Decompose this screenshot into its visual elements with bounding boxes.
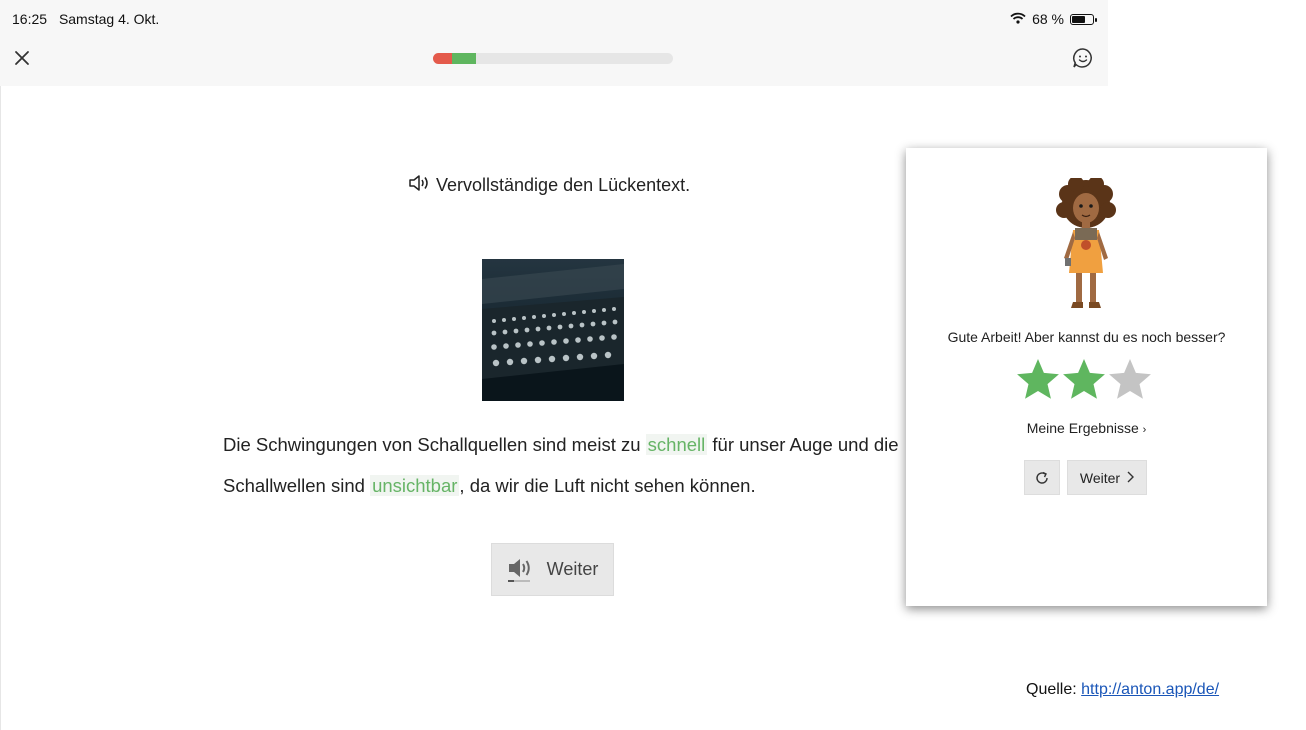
status-indicators: 68 % xyxy=(1010,11,1097,27)
progress-correct-segment xyxy=(452,53,477,64)
source-citation: Quelle: http://anton.app/de/ xyxy=(1026,681,1219,699)
chat-smiley-icon xyxy=(1073,48,1092,68)
refresh-icon xyxy=(1036,471,1048,484)
speaker-icon[interactable] xyxy=(408,174,432,197)
status-bar: 16:25 Samstag 4. Okt. xyxy=(12,11,159,27)
source-link[interactable]: http://anton.app/de/ xyxy=(1081,681,1219,698)
battery-icon xyxy=(1070,13,1097,25)
star-empty-icon xyxy=(1109,359,1151,399)
speaker-icon xyxy=(507,558,530,582)
dialog-continue-button[interactable]: Weiter xyxy=(1067,460,1147,495)
cloze-text: Die Schwingungen von Schallquellen sind … xyxy=(223,424,903,506)
close-icon xyxy=(15,51,29,65)
exercise-instruction[interactable]: Vervollständige den Lückentext. xyxy=(408,174,690,197)
star-filled-icon xyxy=(1063,359,1105,399)
filled-gap-answer[interactable]: unsichtbar xyxy=(370,475,460,496)
results-link-label: Meine Ergebnisse xyxy=(1026,420,1139,436)
sentence-part: , da wir die Luft nicht sehen können. xyxy=(459,475,756,496)
close-button[interactable] xyxy=(12,48,32,68)
source-label: Quelle: xyxy=(1026,681,1077,698)
status-time: 16:25 xyxy=(12,11,48,27)
filled-gap-answer[interactable]: schnell xyxy=(645,434,708,455)
progress-wrong-segment xyxy=(433,53,453,64)
feedback-button[interactable] xyxy=(1071,46,1095,70)
status-date: Samstag 4. Okt. xyxy=(58,11,160,27)
result-dialog: Gute Arbeit! Aber kannst du es noch bess… xyxy=(906,148,1267,606)
my-results-link[interactable]: Meine Ergebnisse › xyxy=(906,420,1267,436)
dialog-continue-label: Weiter xyxy=(1079,469,1121,486)
retry-button[interactable] xyxy=(1024,460,1060,495)
continue-label: Weiter xyxy=(546,559,599,579)
sentence-part: Die Schwingungen von Schallquellen sind … xyxy=(223,434,646,455)
chevron-right-icon xyxy=(1126,470,1135,486)
top-bar: 16:25 Samstag 4. Okt. 68 % xyxy=(0,0,1108,86)
battery-percentage: 68 % xyxy=(1032,11,1064,27)
star-rating xyxy=(1017,359,1151,399)
character-avatar xyxy=(1056,176,1116,313)
mixing-console-image xyxy=(482,259,624,401)
wifi-icon xyxy=(1010,11,1026,27)
lesson-progress-bar xyxy=(433,53,673,64)
result-message: Gute Arbeit! Aber kannst du es noch bess… xyxy=(947,329,1226,345)
continue-button[interactable]: Weiter xyxy=(491,543,614,596)
star-filled-icon xyxy=(1017,359,1059,399)
chevron-right-icon: › xyxy=(1142,424,1147,436)
instruction-text: Vervollständige den Lückentext. xyxy=(436,175,691,195)
